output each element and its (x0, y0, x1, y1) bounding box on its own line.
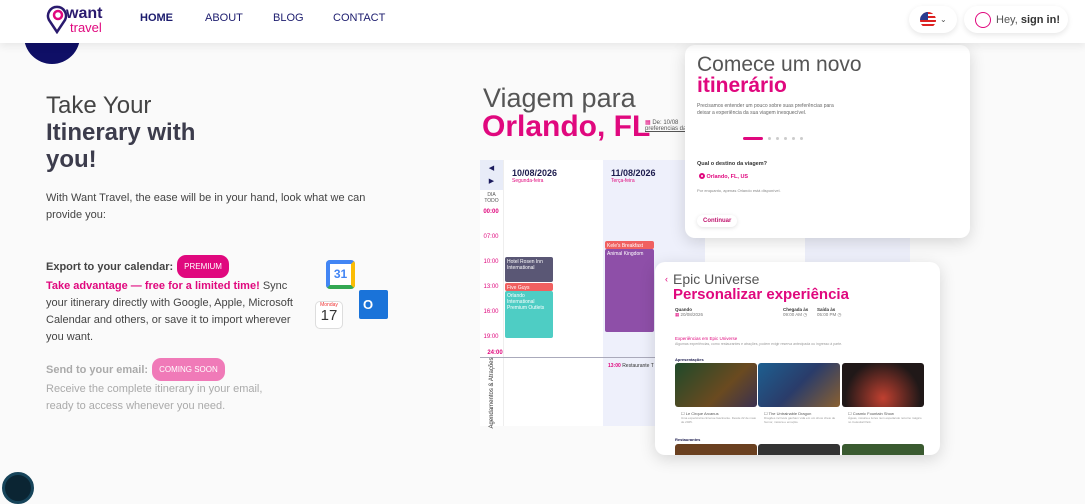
mock-title-bold: Orlando, FL (482, 110, 651, 143)
coming-soon-badge: COMING SOON (152, 358, 225, 381)
bottom-section-label: Agendamentos & Atrações (489, 357, 495, 429)
day-date: 10/08/2026 (512, 168, 558, 178)
time-label: 00:00 (483, 209, 499, 215)
day-weekday: Segunda-feira (512, 178, 544, 184)
google-calendar-icon[interactable]: 31 (326, 260, 355, 289)
when-value: 20/08/2026 (680, 312, 704, 317)
greeting: Hey, (996, 13, 1018, 26)
arrival-field[interactable]: 09:00 AM ◷ (783, 312, 808, 318)
option-label: Orlando, FL, US (706, 174, 749, 180)
show-desc: Águas, música e luzes num espetáculo not… (848, 416, 922, 424)
header: want travel HOME ABOUT BLOG CONTACT ⌄ He… (0, 0, 1085, 43)
event-breakfast[interactable]: Kele's Breakfast (605, 241, 654, 249)
destination-question: Qual o destino da viagem? (697, 161, 767, 167)
title-light: Take Your (46, 92, 152, 119)
shows-label: Apresentações (675, 357, 704, 362)
export-section: Export to your calendar: PREMIUM Take adv… (46, 255, 296, 346)
show-image-fountain[interactable] (842, 363, 924, 407)
personalize-card: ‹ Epic Universe Personalizar experiência… (655, 262, 940, 455)
back-chevron-icon[interactable]: ‹ (665, 274, 668, 284)
us-flag-icon (920, 11, 936, 28)
show-image-dragon[interactable] (758, 363, 840, 407)
destination-note: Por enquanto, apenas Orlando está dispon… (697, 188, 781, 193)
arrival-value: 09:00 AM (783, 312, 803, 317)
event-hotel[interactable]: Hotel Rosen Inn International (505, 257, 553, 282)
when-field[interactable]: ▦ 20/08/2026 (675, 312, 703, 318)
bottom-event-name: Restaurante T (622, 363, 654, 369)
email-label: Send to your email: (46, 364, 149, 376)
apple-calendar-icon[interactable]: Monday 17 (315, 301, 343, 329)
mock-title-light: Viagem para (483, 83, 636, 113)
title-bold: Itinerary with you! (46, 119, 196, 173)
show-item[interactable]: ☐ Cosmic Fountain Show Águas, música e lu… (848, 411, 924, 424)
time-label: 19:00 (483, 334, 499, 340)
email-text: Receive the complete itinerary in your e… (46, 383, 263, 412)
nav-contact[interactable]: CONTACT (333, 12, 385, 24)
experiences-heading: Experiências em Epic Universe (675, 336, 738, 341)
restaurants-label: Restaurantes (675, 437, 701, 442)
sign-in-button[interactable]: Hey, sign in! (964, 6, 1068, 33)
sign-in-label: sign in! (1020, 13, 1060, 26)
card1-title-bold: itinerário (697, 74, 787, 97)
show-image-cirque[interactable] (675, 363, 757, 407)
bottom-event[interactable]: 13:00 Restaurante T (608, 363, 654, 369)
card2-title-bold: Personalizar experiência (673, 286, 849, 303)
event-outlets[interactable]: Orlando International Premium Outlets (505, 291, 553, 338)
outlook-icon[interactable]: O (359, 290, 388, 319)
card1-desc: Precisamos entender um pouco sobre suas … (697, 103, 834, 116)
export-highlight: Take advantage — free for a limited time… (46, 280, 260, 292)
exit-field[interactable]: 05:00 PM ◷ (817, 312, 841, 318)
hero-intro: With Want Travel, the ease will be in yo… (46, 192, 366, 221)
bottom-event-time: 13:00 (608, 363, 621, 369)
pin-icon (46, 5, 68, 34)
logo-travel: travel (70, 20, 102, 35)
radio-icon (699, 173, 705, 179)
time-label: 13:00 (483, 284, 499, 290)
logo[interactable]: want travel (46, 4, 110, 38)
event-animal-kingdom[interactable]: Animal Kingdom (605, 249, 654, 332)
language-selector[interactable]: ⌄ (909, 6, 957, 33)
hero-title: Take Your Itinerary with you! (46, 92, 216, 173)
event-five-guys[interactable]: Five Guys (505, 283, 553, 291)
nav-blog[interactable]: BLOG (273, 12, 304, 24)
next-arrow[interactable]: ▶ (480, 175, 503, 188)
export-label: Export to your calendar: (46, 261, 174, 273)
all-day-label: DIA TODO (484, 192, 499, 204)
apple-day: 17 (320, 307, 338, 324)
email-section: Send to your email: COMING SOON Receive t… (46, 358, 276, 415)
show-desc: Uma experiência circense fascinante. Des… (681, 416, 757, 424)
prev-arrow[interactable]: ◀ (480, 162, 503, 175)
continue-button[interactable]: Continuar (697, 215, 737, 227)
step-indicator (743, 137, 803, 140)
new-itinerary-card: Comece um novo itinerário Precisamos ent… (685, 45, 970, 238)
gcal-day: 31 (333, 267, 348, 281)
time-label: 07:00 (483, 234, 499, 240)
chevron-down-icon: ⌄ (940, 15, 947, 24)
nav-about[interactable]: ABOUT (205, 12, 243, 24)
card2-title-light: Epic Universe (673, 271, 760, 287)
time-label: 10:00 (483, 259, 499, 265)
user-icon (975, 11, 991, 28)
accessibility-widget-button[interactable] (2, 472, 34, 504)
exit-value: 05:00 PM (817, 312, 837, 317)
time-label: 16:00 (483, 309, 499, 315)
show-item[interactable]: ☐ The Untrainable Dragon Dragões incrívei… (764, 411, 840, 424)
experiences-desc: Algumas experiências, como restaurantes … (675, 342, 843, 346)
destination-option[interactable]: Orlando, FL, US (699, 173, 748, 180)
nav-home[interactable]: HOME (140, 12, 173, 24)
premium-badge: PREMIUM (177, 255, 229, 278)
show-item[interactable]: ☐ Le Cirque Arcanus Uma experiência circe… (681, 411, 757, 424)
show-desc: Dragões incríveis ganham vida em um show… (764, 416, 836, 424)
